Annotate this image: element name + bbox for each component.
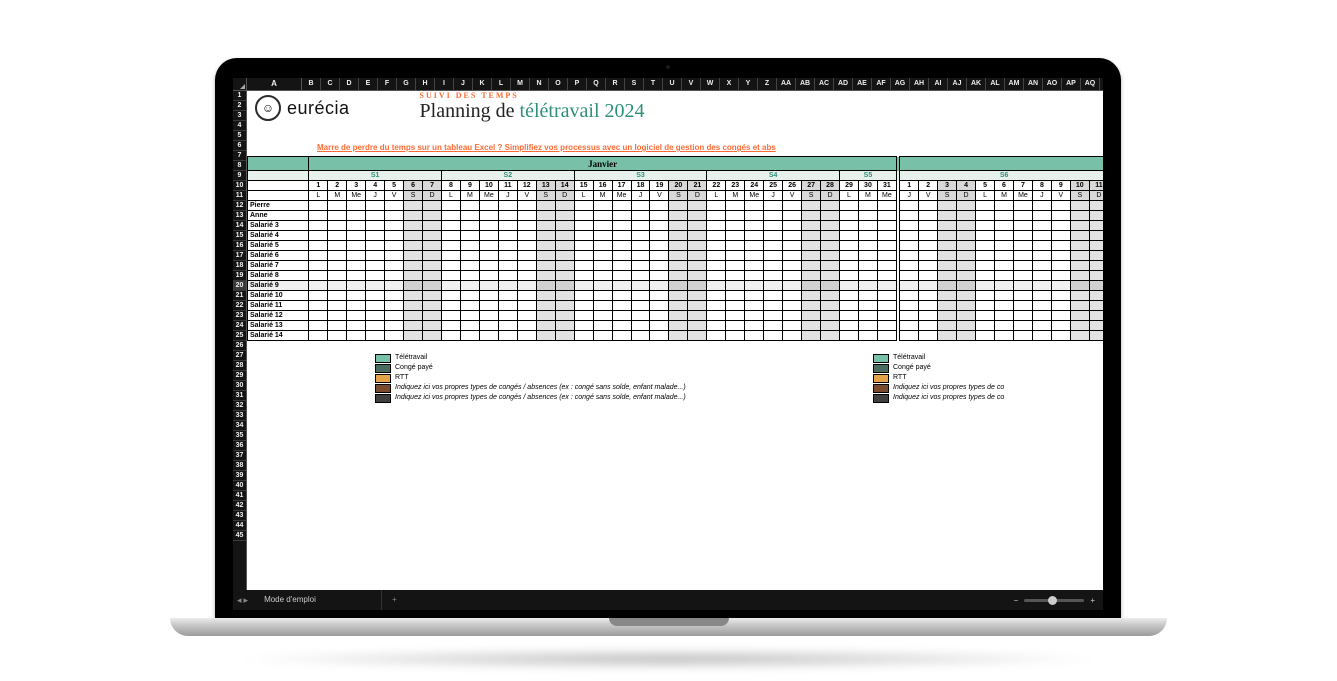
- promo-link[interactable]: Marre de perdre du temps sur un tableau …: [247, 133, 1103, 156]
- row-headers[interactable]: 1234567891011121314151617181920212223242…: [233, 91, 247, 591]
- sheet-tab[interactable]: Mode d'emploi: [252, 590, 382, 610]
- brand-logo: ☺ eurécia: [247, 91, 350, 125]
- sheet-tabs-bar: ◂▸ Mode d'emploiPlanning de télétravail …: [233, 590, 1103, 610]
- cells-area[interactable]: ☺ eurécia SUIVI DES TEMPS Planning de té…: [247, 91, 1103, 591]
- kicker: SUIVI DES TEMPS: [420, 91, 645, 100]
- zoom-control[interactable]: − +: [1006, 590, 1103, 610]
- logo-icon: ☺: [255, 95, 281, 121]
- zoom-slider: [1024, 599, 1084, 602]
- zoom-in-icon: +: [1090, 596, 1095, 605]
- legend: TélétravailCongé payéRTTIndiquez ici vos…: [247, 353, 1103, 403]
- spreadsheet-screen: ABCDEFGHIJKLMNOPQRSTUVWXYZAAABACADAEAFAG…: [233, 78, 1103, 610]
- select-all-corner[interactable]: [233, 78, 247, 90]
- zoom-out-icon: −: [1014, 596, 1019, 605]
- add-sheet-button[interactable]: +: [382, 590, 407, 610]
- page-title: Planning de télétravail 2024: [420, 100, 645, 123]
- planning-grid[interactable]: JanvierS1S2S3S4S5S6123456789101112131415…: [247, 156, 1103, 341]
- column-headers[interactable]: ABCDEFGHIJKLMNOPQRSTUVWXYZAAABACADAEAFAG…: [233, 78, 1103, 91]
- tabs-nav[interactable]: ◂▸: [233, 590, 252, 610]
- prev-icon: ◂: [237, 595, 242, 606]
- next-icon: ▸: [244, 595, 249, 606]
